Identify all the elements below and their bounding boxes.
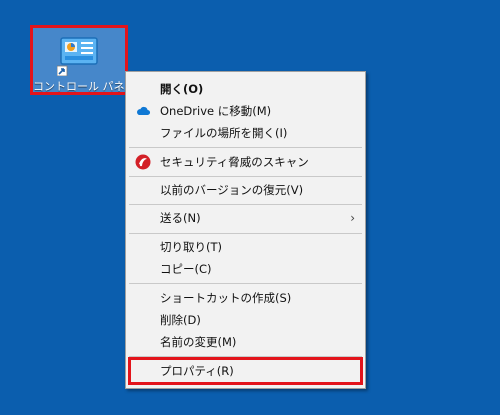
menu-item-rename[interactable]: 名前の変更(M)	[126, 331, 365, 353]
menu-separator	[129, 176, 362, 177]
menu-item-send-to[interactable]: 送る(N) ›	[126, 207, 365, 229]
onedrive-cloud-icon	[137, 106, 151, 116]
menu-item-copy[interactable]: コピー(C)	[126, 258, 365, 280]
chevron-right-icon: ›	[350, 211, 355, 225]
control-panel-shortcut[interactable]: コントロール パネル	[30, 25, 136, 95]
control-panel-icon	[57, 37, 98, 76]
menu-item-restore-previous-versions[interactable]: 以前のバージョンの復元(V)	[126, 179, 365, 201]
menu-item-label: プロパティ(R)	[160, 364, 234, 378]
menu-item-cut[interactable]: 切り取り(T)	[126, 236, 365, 258]
menu-item-open-file-location[interactable]: ファイルの場所を開く(I)	[126, 122, 365, 144]
menu-item-delete[interactable]: 削除(D)	[126, 309, 365, 331]
desktop: コントロール パネル 開く(O) OneDrive に移動(M) ファイルの場所…	[0, 0, 500, 415]
menu-item-label: 切り取り(T)	[160, 240, 222, 254]
menu-item-label: 以前のバージョンの復元(V)	[160, 183, 304, 197]
menu-separator	[129, 147, 362, 148]
menu-item-open[interactable]: 開く(O)	[126, 78, 365, 100]
context-menu: 開く(O) OneDrive に移動(M) ファイルの場所を開く(I) セキュリ…	[125, 71, 366, 389]
menu-item-label: セキュリティ脅威のスキャン	[160, 155, 309, 169]
menu-item-label: OneDrive に移動(M)	[160, 104, 272, 118]
menu-item-security-scan[interactable]: セキュリティ脅威のスキャン	[126, 151, 365, 173]
menu-item-label: 削除(D)	[160, 313, 201, 327]
menu-item-properties[interactable]: プロパティ(R)	[128, 357, 363, 385]
menu-item-label: 名前の変更(M)	[160, 335, 237, 349]
menu-item-create-shortcut[interactable]: ショートカットの作成(S)	[126, 287, 365, 309]
desktop-icon-label: コントロール パネル	[33, 80, 136, 93]
menu-item-label: 開く(O)	[160, 82, 204, 96]
menu-item-label: コピー(C)	[160, 262, 212, 276]
menu-separator	[129, 283, 362, 284]
menu-item-onedrive[interactable]: OneDrive に移動(M)	[126, 100, 365, 122]
menu-separator	[129, 204, 362, 205]
menu-item-label: 送る(N)	[160, 211, 201, 225]
menu-separator	[129, 233, 362, 234]
security-shield-icon	[135, 154, 151, 170]
menu-item-label: ファイルの場所を開く(I)	[160, 126, 288, 140]
menu-item-label: ショートカットの作成(S)	[160, 291, 292, 305]
